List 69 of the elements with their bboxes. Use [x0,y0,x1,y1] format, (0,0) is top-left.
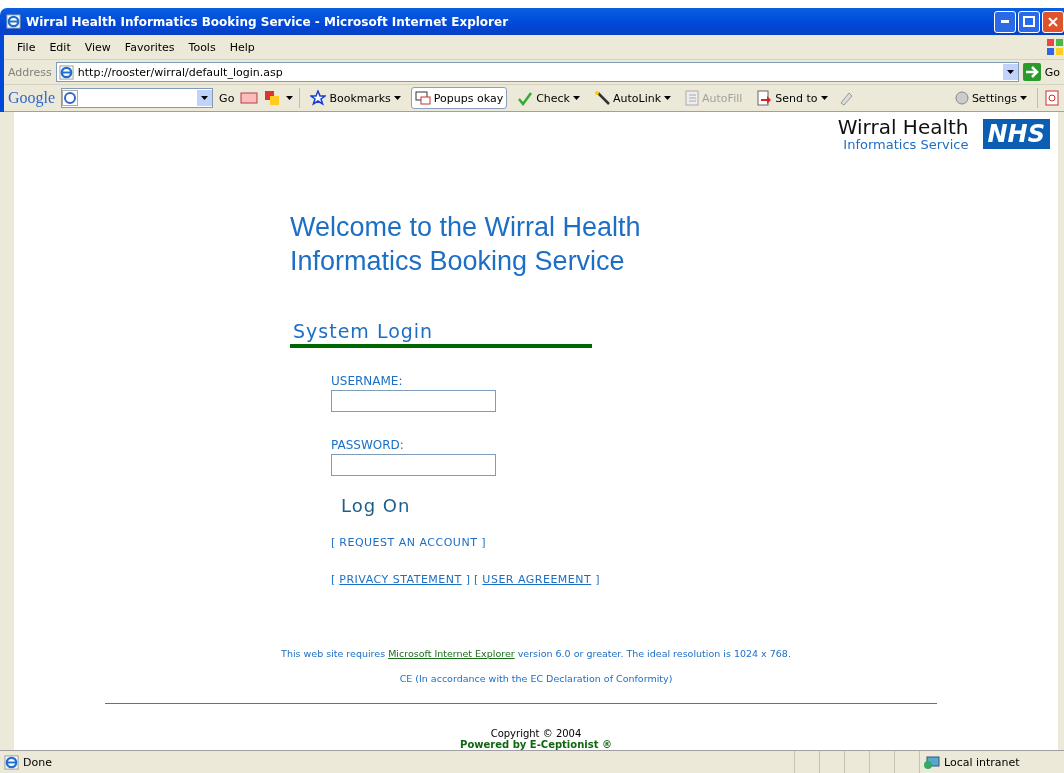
request-account-link[interactable]: REQUEST AN ACCOUNT [339,536,478,549]
username-field[interactable] [331,390,496,412]
log-on-button[interactable]: Log On [341,495,411,516]
welcome-heading: Welcome to the Wirral Health Informatics Booking Service [290,211,642,278]
go-button[interactable]: Go [219,91,235,105]
browser-link[interactable]: Microsoft Internet Explorer [388,648,515,659]
copyright: Copyright © 2004 [490,728,582,739]
logo-subtitle: Informatics Service [843,138,969,152]
windows-logo-icon [1046,38,1064,56]
close-button[interactable] [1042,10,1064,33]
go-arrow-icon[interactable] [1022,63,1041,81]
form-icon [685,90,700,106]
maximize-icon [1023,16,1035,27]
password-label: PASSWORD: [331,438,405,452]
toolbar-button[interactable]: Check [513,87,584,109]
menu-item[interactable]: Favorites [117,40,182,54]
search-field[interactable] [61,88,214,108]
bracket: [ [474,573,479,586]
menu-item[interactable]: View [77,40,118,54]
username-label: USERNAME: [331,374,404,388]
address-field[interactable]: http://rooster/wirral/default_login.asp [55,62,1019,82]
circle-icon [954,91,969,105]
bracket: ] [595,573,600,586]
maximize-button[interactable] [1018,10,1040,33]
go-button[interactable]: Go [1044,65,1060,79]
caret-icon [1006,70,1014,74]
toolbar-button[interactable]: Popups okay [410,87,508,109]
logo-title: Wirral Health [837,116,969,138]
toolbar-button[interactable]: Bookmarks [306,87,405,109]
login-heading: System Login [290,320,592,348]
caret-icon [1020,96,1027,100]
conformity-note: CE (In accordance with the EC Declaration of Conformity) [399,673,673,684]
settings-button[interactable]: Settings [950,87,1031,109]
dropdown-icon[interactable] [197,90,213,106]
dropdown-icon[interactable] [1002,64,1018,80]
toolbar-button[interactable]: AutoLink [590,87,676,109]
logo-badge: NHS [982,119,1050,149]
minimize-icon [1001,20,1009,23]
caret-icon [201,96,209,100]
bracket: ] [465,573,471,586]
powered-by: Powered by E-Ceptionist ® [460,739,612,750]
address-label: Address [8,65,52,79]
page-icon [58,64,74,80]
page-icon [4,754,19,770]
bracket: ] [481,536,486,549]
legal-link[interactable]: USER AGREEMENT [482,573,592,586]
close-icon [1048,16,1058,27]
monitor-icon [414,91,431,105]
requirement-note: This web site requires Microsoft Internet Explorer version 6.0 or greater. The ideal resolution is 1024 x 768. [281,648,791,659]
legal-link[interactable]: PRIVACY STATEMENT [339,573,462,586]
menu-item[interactable]: File [10,40,43,54]
zone-text: Local intranet [944,755,1020,769]
bracket: [ [331,536,336,549]
spellcheck-icon [517,90,534,106]
status-text: Done [23,755,52,769]
toolbar-button[interactable]: Send to [752,87,832,109]
menu-item[interactable]: Help [222,40,262,54]
password-field[interactable] [331,454,496,476]
send-page-icon [756,90,773,106]
wand-icon [594,90,610,106]
bracket: [ [331,573,336,586]
minimize-button[interactable] [994,10,1016,33]
menu-item[interactable]: Tools [181,40,223,54]
star-icon [310,90,327,106]
toolbar-logo: Google [8,89,56,107]
window-title: Wirral Health Informatics Booking Service - Microsoft Internet Explorer [26,14,510,29]
caret-icon [286,96,294,100]
menu-item[interactable]: Edit [42,40,78,54]
browser-icon [6,14,21,29]
